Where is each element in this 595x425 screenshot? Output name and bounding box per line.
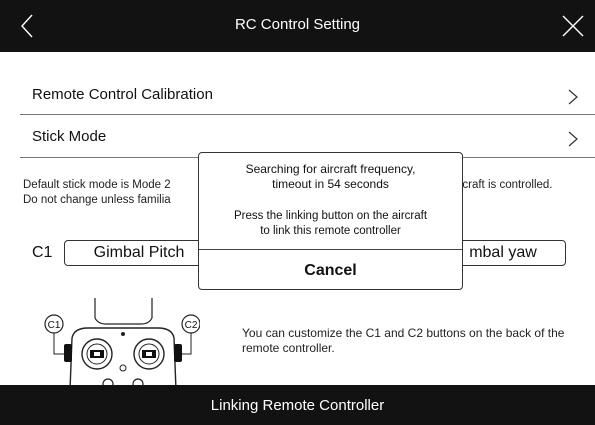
c1-function-select[interactable]: Gimbal Pitch	[64, 240, 214, 266]
figure-c2-label: C2	[185, 320, 198, 331]
customize-hint: You can customize the C1 and C2 buttons …	[242, 326, 565, 355]
description-line-1-right: ircraft is controlled.	[456, 179, 553, 191]
chevron-right-icon	[568, 131, 578, 147]
dialog-message: Searching for aircraft frequency, timeou…	[199, 162, 462, 192]
dialog-instruction-line-2: to link this remote controller	[260, 225, 401, 237]
top-bar: RC Control Setting	[0, 0, 595, 52]
figure-c1-label: C1	[48, 320, 61, 331]
c1-label: C1	[32, 244, 53, 261]
remote-control-calibration-label: Remote Control Calibration	[32, 86, 213, 103]
linking-dialog: Searching for aircraft frequency, timeou…	[198, 152, 463, 290]
dialog-instruction-line-1: Press the linking button on the aircraft	[233, 210, 428, 222]
cancel-button[interactable]: Cancel	[199, 250, 462, 290]
stick-mode-row[interactable]: Stick Mode	[20, 116, 580, 156]
remote-controller-icon: C1 C2	[44, 298, 200, 390]
remote-control-calibration-row[interactable]: Remote Control Calibration	[20, 74, 580, 114]
dialog-message-line-2: timeout in 54 seconds	[272, 177, 389, 191]
dialog-instruction: Press the linking button on the aircraft…	[199, 209, 462, 239]
linking-status-bar: Linking Remote Controller	[0, 385, 595, 425]
stick-mode-label: Stick Mode	[32, 128, 107, 145]
page-title: RC Control Setting	[234, 16, 361, 33]
close-icon[interactable]	[559, 12, 587, 40]
dialog-message-line-1: Searching for aircraft frequency,	[245, 162, 416, 176]
description-line-1-left: Default stick mode is Mode 2	[23, 179, 171, 191]
chevron-right-icon	[568, 89, 578, 105]
row-divider	[20, 114, 595, 115]
